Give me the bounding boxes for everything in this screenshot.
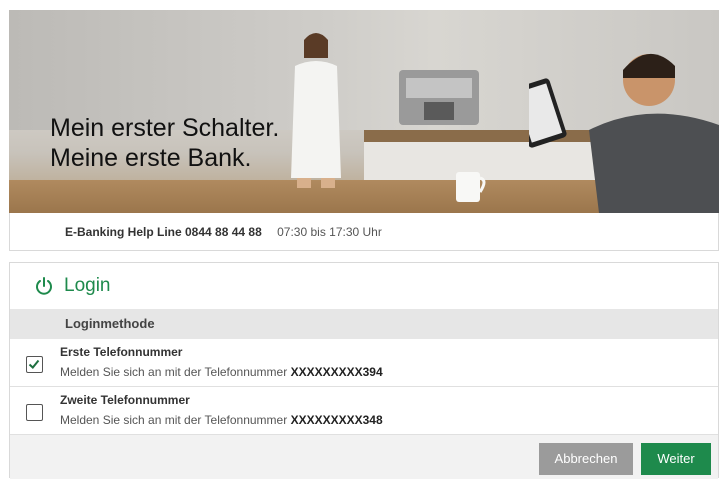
login-header: Login bbox=[10, 263, 718, 309]
second-phone-description: Melden Sie sich an mit der Telefonnummer… bbox=[60, 413, 383, 427]
first-phone-desc-text: Melden Sie sich an mit der Telefonnummer bbox=[60, 365, 288, 379]
banner-slogan-line-2: Meine erste Bank. bbox=[50, 144, 252, 172]
banner-slogan-line-1: Mein erster Schalter. bbox=[50, 114, 280, 142]
first-phone-description: Melden Sie sich an mit der Telefonnummer… bbox=[60, 365, 383, 379]
hero-banner: Mein erster Schalter. Meine erste Bank. bbox=[9, 10, 719, 213]
help-line-hours: 07:30 bis 17:30 Uhr bbox=[277, 225, 382, 239]
login-panel: Login Loginmethode Erste Telefonnummer M… bbox=[9, 262, 719, 479]
first-phone-number: XXXXXXXXX394 bbox=[290, 365, 383, 379]
cancel-button[interactable]: Abbrechen bbox=[539, 443, 633, 475]
coffee-machine-illustration bbox=[399, 70, 479, 125]
second-phone-title: Zweite Telefonnummer bbox=[60, 393, 190, 407]
second-phone-checkbox[interactable] bbox=[26, 404, 43, 421]
next-button[interactable]: Weiter bbox=[641, 443, 711, 475]
woman-illustration bbox=[291, 33, 341, 188]
login-title: Login bbox=[64, 275, 111, 296]
first-phone-title: Erste Telefonnummer bbox=[60, 345, 183, 359]
man-with-tablet-illustration bbox=[529, 53, 719, 213]
coffee-cup-illustration bbox=[456, 172, 486, 202]
power-icon bbox=[36, 277, 52, 295]
second-phone-number: XXXXXXXXX348 bbox=[290, 413, 383, 427]
login-method-header: Loginmethode bbox=[10, 309, 718, 339]
help-line-bar: E-Banking Help Line 0844 88 44 88 07:30 … bbox=[9, 213, 719, 251]
second-phone-desc-text: Melden Sie sich an mit der Telefonnummer bbox=[60, 413, 288, 427]
checkmark-icon bbox=[28, 359, 40, 369]
login-option-first-phone[interactable]: Erste Telefonnummer Melden Sie sich an m… bbox=[10, 339, 718, 387]
help-line-label: E-Banking Help Line 0844 88 44 88 bbox=[65, 225, 262, 239]
first-phone-checkbox[interactable] bbox=[26, 356, 43, 373]
banner-slogan: Mein erster Schalter. Meine erste Bank. bbox=[50, 113, 279, 173]
login-footer: Abbrechen Weiter bbox=[10, 435, 718, 479]
login-option-second-phone[interactable]: Zweite Telefonnummer Melden Sie sich an … bbox=[10, 387, 718, 435]
